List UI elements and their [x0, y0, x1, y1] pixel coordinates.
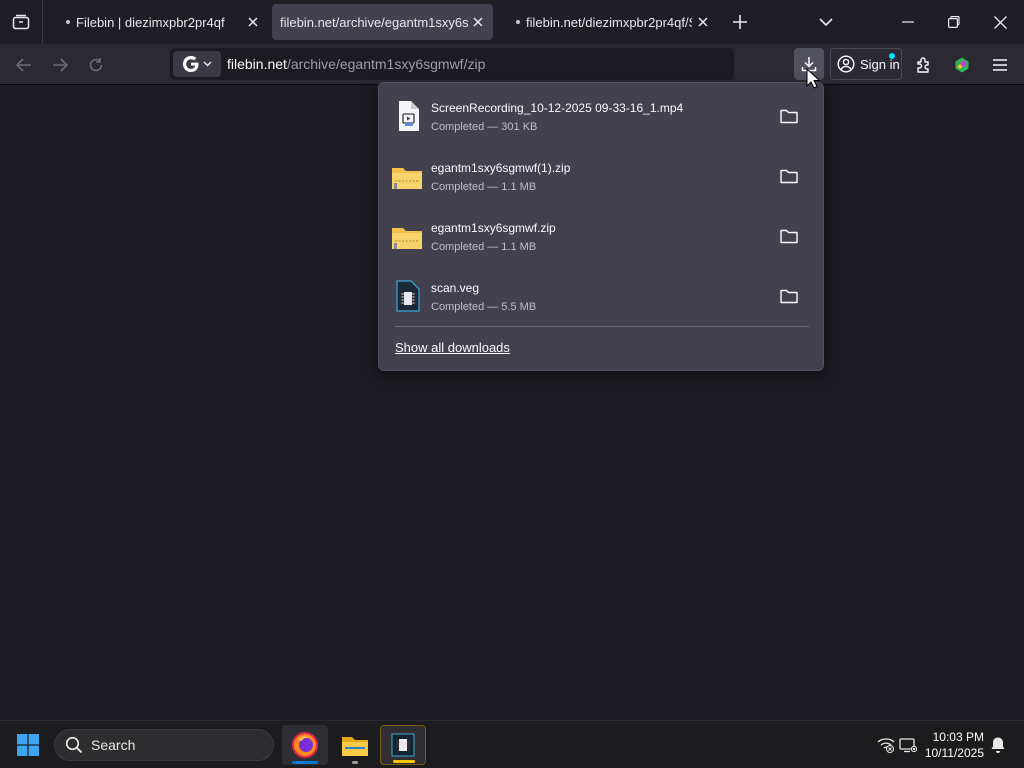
navigation-toolbar: filebin.net/archive/egantm1sxy6sgmwf/zip…	[0, 44, 1024, 85]
download-name: ScreenRecording_10-12-2025 09-33-16_1.mp…	[431, 101, 684, 115]
notification-bell-icon[interactable]	[988, 735, 1008, 755]
minimize-button[interactable]	[892, 6, 924, 38]
close-icon	[248, 17, 258, 27]
list-all-tabs-button[interactable]	[810, 6, 842, 38]
reload-button[interactable]	[82, 51, 110, 79]
taskbar-firefox[interactable]	[282, 725, 328, 765]
tab-filebin[interactable]: Filebin | diezimxpbr2pr4qf	[58, 4, 268, 40]
folder-icon[interactable]	[779, 287, 799, 305]
show-all-downloads-link[interactable]: Show all downloads	[395, 340, 510, 355]
folder-icon[interactable]	[779, 107, 799, 125]
google-icon	[182, 56, 198, 72]
tab-list-icon	[12, 14, 30, 30]
extension-vpn-button[interactable]	[948, 51, 976, 79]
plus-icon	[733, 15, 747, 29]
reload-icon	[89, 58, 103, 72]
windows-logo-icon	[17, 734, 39, 756]
vegas-pro-icon	[391, 733, 415, 757]
wifi-disconnected-icon[interactable]	[876, 735, 896, 755]
tab-title: filebin.net/archive/egantm1sxy6sgm	[280, 14, 468, 30]
download-item[interactable]: egantm1sxy6sgmwf(1).zip Completed — 1.1 …	[385, 147, 817, 203]
file-explorer-icon	[342, 737, 368, 756]
minimize-icon	[902, 21, 914, 23]
panel-divider	[395, 326, 809, 327]
clock-time: 10:03 PM	[932, 730, 984, 744]
zip-folder-icon	[392, 228, 422, 249]
forward-button[interactable]	[46, 51, 74, 79]
download-name: egantm1sxy6sgmwf.zip	[431, 221, 556, 235]
close-icon	[473, 17, 483, 27]
downloads-panel: ScreenRecording_10-12-2025 09-33-16_1.mp…	[378, 82, 824, 371]
back-button[interactable]	[10, 51, 38, 79]
back-arrow-icon	[16, 58, 31, 72]
running-indicator	[352, 761, 358, 764]
download-status: Completed — 301 KB	[431, 121, 538, 133]
url-bar[interactable]: filebin.net/archive/egantm1sxy6sgmwf/zip	[170, 48, 734, 80]
download-item[interactable]: egantm1sxy6sgmwf.zip Completed — 1.1 MB	[385, 207, 817, 263]
app-menu-button[interactable]	[986, 51, 1014, 79]
restore-icon	[948, 16, 960, 28]
taskbar: Search 10:03 PM 10/11/2025	[0, 720, 1024, 768]
tab-title: Filebin | diezimxpbr2pr4qf	[76, 14, 225, 30]
folder-icon[interactable]	[779, 167, 799, 185]
download-name: egantm1sxy6sgmwf(1).zip	[431, 161, 571, 175]
taskbar-search[interactable]: Search	[54, 729, 274, 761]
extensions-button[interactable]	[910, 51, 938, 79]
url-path: /archive/egantm1sxy6sgmwf/zip	[286, 56, 486, 72]
new-tab-button[interactable]	[724, 6, 756, 38]
tab-filebin-sc[interactable]: filebin.net/diezimxpbr2pr4qf/Sc	[508, 4, 718, 40]
chevron-down-icon	[819, 18, 833, 26]
restore-button[interactable]	[938, 6, 970, 38]
active-indicator	[393, 760, 415, 763]
taskbar-file-explorer[interactable]	[332, 725, 378, 765]
tab-archive[interactable]: filebin.net/archive/egantm1sxy6sgm	[272, 4, 493, 40]
start-button[interactable]	[12, 729, 44, 761]
clock-date: 10/11/2025	[924, 746, 984, 760]
tab-close-button[interactable]	[246, 15, 260, 29]
download-status: Completed — 1.1 MB	[431, 241, 537, 253]
sign-in-label: Sign in	[860, 56, 900, 72]
hamburger-icon	[993, 59, 1007, 71]
vegas-project-icon	[396, 280, 420, 312]
extension-icon	[955, 57, 969, 73]
download-status: Completed — 5.5 MB	[431, 301, 537, 313]
taskbar-vegas[interactable]	[380, 725, 426, 765]
tab-close-button[interactable]	[696, 15, 710, 29]
system-clock[interactable]: 10:03 PM 10/11/2025	[925, 729, 984, 761]
close-icon	[698, 17, 708, 27]
tab-separator	[42, 0, 43, 44]
close-window-button[interactable]	[984, 6, 1016, 38]
download-item[interactable]: ScreenRecording_10-12-2025 09-33-16_1.mp…	[385, 87, 817, 143]
zip-folder-icon	[392, 168, 422, 189]
video-file-icon	[399, 101, 419, 131]
tab-dot	[66, 20, 70, 24]
folder-icon[interactable]	[779, 227, 799, 245]
search-label: Search	[91, 737, 136, 753]
url-host: filebin.net	[227, 56, 287, 72]
active-indicator	[292, 761, 318, 764]
download-item[interactable]: scan.veg Completed — 5.5 MB	[385, 267, 817, 323]
forward-arrow-icon	[53, 58, 68, 72]
download-status: Completed — 1.1 MB	[431, 181, 537, 193]
search-engine-button[interactable]	[173, 51, 221, 77]
mouse-cursor-icon	[806, 68, 820, 89]
puzzle-icon	[917, 57, 929, 73]
chevron-down-icon	[203, 61, 211, 67]
search-icon	[65, 736, 83, 754]
url-text[interactable]: filebin.net/archive/egantm1sxy6sgmwf/zip	[227, 56, 485, 72]
download-name: scan.veg	[431, 281, 480, 295]
firefox-icon	[292, 732, 318, 758]
tab-bar: Filebin | diezimxpbr2pr4qf filebin.net/a…	[0, 0, 1024, 44]
account-icon	[837, 55, 855, 73]
tab-close-button[interactable]	[471, 15, 485, 29]
tab-dot	[516, 20, 520, 24]
close-icon	[993, 15, 1007, 29]
tab-list-button[interactable]	[8, 8, 34, 36]
tab-title: filebin.net/diezimxpbr2pr4qf/Sc	[526, 14, 692, 30]
notification-badge	[889, 53, 895, 59]
sign-in-button[interactable]: Sign in	[830, 48, 902, 80]
monitor-icon[interactable]	[898, 735, 918, 755]
